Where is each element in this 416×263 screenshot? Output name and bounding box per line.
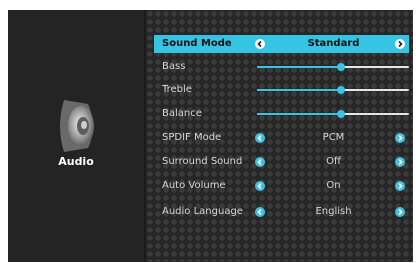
menu-list: Sound Mode Standard Bass Treble Balance … — [146, 10, 413, 262]
menu-item-audio-language[interactable]: Audio Language English — [154, 203, 409, 221]
sound-mode-value: Standard — [307, 38, 360, 49]
chevron-left-icon[interactable] — [255, 157, 265, 167]
menu-item-treble[interactable]: Treble — [154, 81, 409, 99]
treble-slider-knob[interactable] — [336, 86, 345, 94]
menu-item-spdif-mode[interactable]: SPDIF Mode PCM — [154, 129, 409, 147]
section-title: Audio — [58, 155, 94, 168]
bass-slider-knob[interactable] — [336, 63, 345, 71]
audio-language-value: English — [315, 206, 352, 217]
auto-volume-label: Auto Volume — [162, 180, 226, 191]
spdif-mode-label: SPDIF Mode — [162, 132, 222, 143]
spdif-mode-value: PCM — [322, 132, 345, 143]
balance-slider-knob[interactable] — [336, 110, 345, 118]
balance-slider[interactable] — [257, 110, 409, 118]
menu-item-sound-mode[interactable]: Sound Mode Standard — [154, 35, 409, 53]
audio-language-label: Audio Language — [162, 206, 243, 217]
surround-sound-value: Off — [326, 156, 341, 167]
chevron-left-icon[interactable] — [255, 207, 265, 217]
side-panel: Audio — [8, 10, 144, 262]
menu-item-surround-sound[interactable]: Surround Sound Off — [154, 153, 409, 171]
treble-slider[interactable] — [257, 86, 409, 94]
bass-slider[interactable] — [257, 63, 409, 71]
chevron-left-icon[interactable] — [255, 39, 265, 49]
sound-mode-label: Sound Mode — [162, 38, 232, 49]
audio-settings-osd: Audio Sound Mode Standard Bass Treble Ba… — [8, 10, 413, 262]
chevron-right-icon[interactable] — [395, 39, 405, 49]
balance-label: Balance — [162, 108, 202, 119]
chevron-right-icon[interactable] — [395, 133, 405, 143]
menu-item-auto-volume[interactable]: Auto Volume On — [154, 177, 409, 195]
surround-sound-label: Surround Sound — [162, 156, 243, 167]
chevron-right-icon[interactable] — [395, 157, 405, 167]
chevron-right-icon[interactable] — [395, 181, 405, 191]
bass-label: Bass — [162, 61, 186, 72]
chevron-right-icon[interactable] — [395, 207, 405, 217]
treble-slider-fill — [257, 89, 341, 91]
chevron-left-icon[interactable] — [255, 181, 265, 191]
treble-label: Treble — [162, 84, 192, 95]
bass-slider-fill — [257, 66, 341, 68]
menu-item-balance[interactable]: Balance — [154, 105, 409, 123]
balance-slider-fill — [257, 113, 341, 115]
speaker-icon — [60, 100, 94, 152]
menu-item-bass[interactable]: Bass — [154, 58, 409, 76]
auto-volume-value: On — [326, 180, 341, 191]
chevron-left-icon[interactable] — [255, 133, 265, 143]
